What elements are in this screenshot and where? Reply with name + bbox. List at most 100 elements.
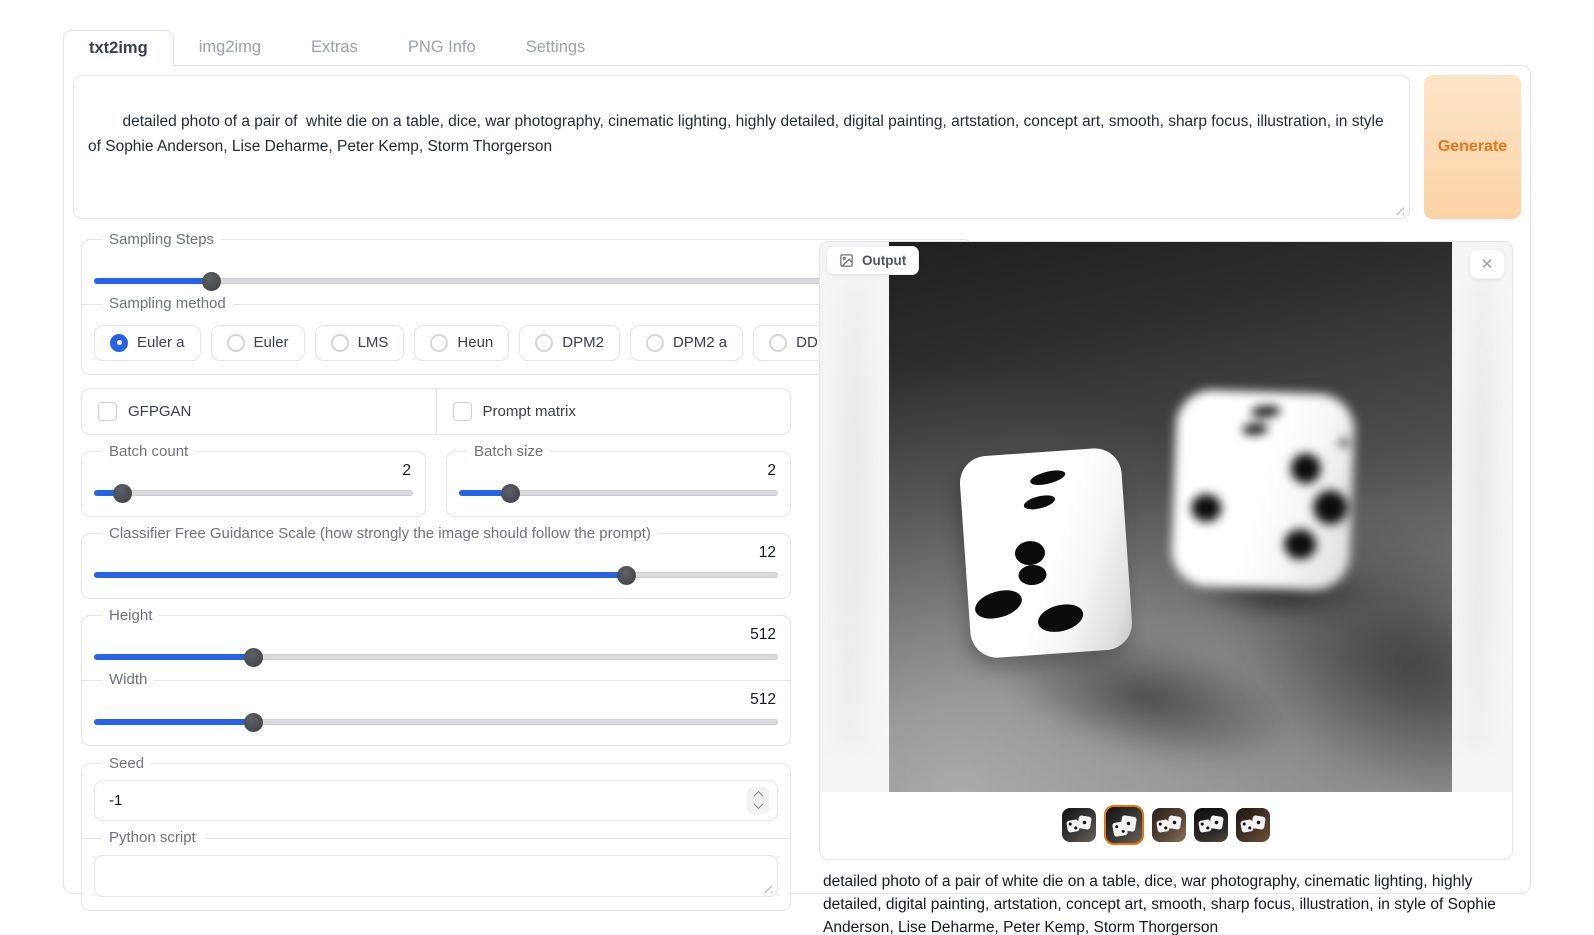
radio-icon (227, 334, 245, 352)
batch-size-group: Batch size 2 (446, 443, 791, 517)
thumbnail-4[interactable] (1194, 808, 1228, 842)
tab-txt2img[interactable]: txt2img (63, 30, 174, 66)
die-dot (972, 585, 1025, 623)
prompt-matrix-checkbox[interactable] (453, 402, 472, 421)
slider-thumb[interactable] (617, 566, 636, 585)
tab-png-info[interactable]: PNG Info (383, 30, 501, 66)
width-label: Width (102, 670, 154, 690)
slider-fill (94, 278, 212, 284)
prompt-text: detailed photo of a pair of white die on… (88, 113, 1388, 155)
generate-button[interactable]: Generate (1424, 75, 1521, 219)
gfpgan-checkbox[interactable] (98, 402, 117, 421)
die-right (1171, 389, 1356, 591)
sampling-method-label: Sampling method (102, 294, 233, 314)
prompt-input[interactable]: detailed photo of a pair of white die on… (73, 75, 1410, 219)
slider-track[interactable] (94, 490, 413, 496)
mini-die (1120, 815, 1137, 832)
output-gallery (820, 242, 1512, 792)
radio-selected-icon (110, 334, 128, 352)
spinner-down-icon[interactable] (753, 800, 763, 810)
die-dot (1242, 423, 1269, 436)
resize-handle-icon[interactable] (1392, 203, 1404, 215)
height-slider[interactable] (94, 648, 778, 667)
sampling-steps-label: Sampling Steps (102, 231, 221, 248)
tab-bar: txt2img img2img Extras PNG Info Settings (63, 30, 1531, 66)
sampler-option-heun[interactable]: Heun (414, 325, 509, 361)
slider-thumb[interactable] (202, 272, 221, 291)
mini-die (1251, 815, 1266, 830)
close-icon: ✕ (1481, 255, 1494, 273)
slider-thumb[interactable] (244, 648, 263, 667)
radio-icon (331, 334, 349, 352)
batch-count-label: Batch count (102, 443, 195, 460)
width-divider: Width (82, 680, 790, 681)
thumbnail-3[interactable] (1152, 808, 1186, 842)
settings-column: Sampling Steps 20 Sampling method Euler … (81, 231, 791, 922)
seed-label: Seed (102, 755, 151, 772)
close-button[interactable]: ✕ (1469, 249, 1505, 279)
mini-die (1077, 815, 1092, 830)
seed-spinner[interactable] (747, 787, 769, 814)
generated-image[interactable] (889, 242, 1452, 792)
sampler-option-dpm2-a[interactable]: DPM2 a (630, 325, 743, 361)
die-dot (1250, 405, 1281, 418)
output-panel: Output ✕ (819, 241, 1513, 860)
output-label: Output (862, 253, 906, 268)
sampler-label: Euler a (137, 334, 185, 351)
image-icon (839, 253, 854, 268)
width-slider[interactable] (94, 713, 778, 732)
seed-input[interactable]: -1 (94, 780, 778, 821)
gfpgan-checkbox-row[interactable]: GFPGAN (82, 389, 436, 434)
die-dot (1018, 564, 1047, 586)
thumbnail-strip (820, 792, 1512, 859)
cfg-scale-slider[interactable] (94, 566, 778, 585)
tab-img2img[interactable]: img2img (174, 30, 286, 66)
width-value: 512 (94, 691, 778, 711)
thumbnail-5[interactable] (1236, 808, 1270, 842)
radio-icon (430, 334, 448, 352)
thumbnail-1[interactable] (1062, 808, 1096, 842)
batch-size-label: Batch size (467, 443, 550, 460)
gallery-right-strip (1452, 242, 1512, 792)
tab-settings[interactable]: Settings (501, 30, 611, 66)
sampler-option-euler-a[interactable]: Euler a (94, 325, 201, 361)
python-script-input[interactable] (94, 855, 778, 897)
output-column: Output ✕ (819, 241, 1513, 935)
die-dot (1290, 453, 1321, 484)
slider-fill (94, 654, 253, 660)
sampler-option-dpm2[interactable]: DPM2 (519, 325, 620, 361)
slider-fill (94, 719, 253, 725)
prompt-matrix-checkbox-row[interactable]: Prompt matrix (436, 389, 791, 434)
sampler-option-euler[interactable]: Euler (211, 325, 305, 361)
sampler-label: DPM2 a (673, 334, 727, 351)
die-dot (1022, 493, 1056, 512)
sampler-option-lms[interactable]: LMS (315, 325, 405, 361)
batch-count-slider[interactable] (94, 484, 413, 503)
slider-thumb[interactable] (501, 484, 520, 503)
resize-handle-icon[interactable] (760, 881, 772, 893)
mini-die (1209, 815, 1224, 830)
main-container: detailed photo of a pair of white die on… (63, 65, 1531, 894)
die-dot (1284, 529, 1317, 560)
cfg-scale-group: Classifier Free Guidance Scale (how stro… (81, 525, 791, 599)
die-left (958, 447, 1134, 660)
batch-size-slider[interactable] (459, 484, 778, 503)
radio-icon (646, 334, 664, 352)
seed-value: -1 (109, 792, 122, 809)
batch-size-value: 2 (459, 462, 778, 482)
height-label: Height (102, 607, 159, 624)
thumbnail-2-selected[interactable] (1104, 805, 1144, 845)
die-dot (1313, 490, 1348, 525)
slider-thumb[interactable] (113, 484, 132, 503)
prompt-row: detailed photo of a pair of white die on… (73, 75, 1521, 219)
python-script-divider: Python script (82, 838, 790, 839)
cfg-scale-value: 12 (94, 544, 778, 564)
batch-count-value: 2 (94, 462, 413, 482)
gallery-left-strip (820, 242, 889, 792)
sampler-label: Euler (254, 334, 289, 351)
radio-icon (769, 334, 787, 352)
slider-thumb[interactable] (244, 713, 263, 732)
tab-extras[interactable]: Extras (286, 30, 383, 66)
toggles-panel: GFPGAN Prompt matrix (81, 388, 791, 435)
dimensions-group: Height 512 Width 512 (81, 607, 791, 746)
